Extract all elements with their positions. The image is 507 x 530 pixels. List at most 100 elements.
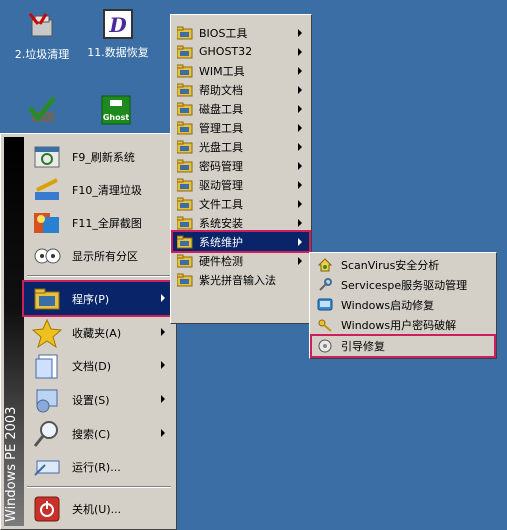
start-item-show-partitions[interactable]: 显示所有分区 [24, 239, 174, 272]
programs-item[interactable]: 磁盘工具 [173, 99, 309, 118]
program-group-icon [176, 159, 193, 173]
programs-item[interactable]: GHOST32 [173, 42, 309, 61]
program-group-icon [176, 45, 193, 59]
programs-item[interactable]: BIOS工具 [173, 23, 309, 42]
start-item-settings[interactable]: 设置(S) [24, 383, 174, 416]
start-item-label: 文档(D) [72, 359, 112, 373]
programs-item[interactable]: 管理工具 [173, 118, 309, 137]
start-item-label: 程序(P) [72, 292, 110, 306]
submenu-arrow-icon [298, 86, 302, 94]
programs-item-label: 文件工具 [199, 197, 243, 211]
program-group-icon [176, 235, 193, 249]
windows-boot-icon [317, 297, 333, 313]
sysm-item-scanvirus[interactable]: ScanVirus安全分析 [312, 255, 494, 275]
programs-item[interactable]: 硬件检测 [173, 251, 309, 270]
start-item-clean-trash[interactable]: F10_清理垃圾 [24, 173, 174, 206]
programs-item[interactable]: 系统安装 [173, 213, 309, 232]
program-group-icon [176, 64, 193, 78]
submenu-arrow-icon [298, 200, 302, 208]
programs-item-label: BIOS工具 [199, 26, 248, 40]
desktop-icon-trash-cleanup[interactable]: 2.垃圾清理 [2, 10, 82, 62]
key-icon [317, 317, 333, 333]
submenu-arrow-icon [161, 395, 165, 403]
programs-item-label: 磁盘工具 [199, 102, 243, 116]
start-item-favorites[interactable]: 收藏夹(A) [24, 316, 174, 349]
start-item-search[interactable]: 搜索(C) [24, 417, 174, 450]
start-item-label: F9_刷新系统 [72, 150, 135, 164]
start-item-programs[interactable]: 程序(P) [22, 280, 176, 317]
documents-icon [31, 350, 63, 382]
sysm-item-label: Windows用户密码破解 [341, 319, 457, 332]
programs-item[interactable]: 驱动管理 [173, 175, 309, 194]
programs-item-label: 帮助文档 [199, 83, 243, 97]
start-item-label: 关机(U)... [72, 502, 122, 516]
services-icon [317, 277, 333, 293]
program-group-icon [176, 26, 193, 40]
start-menu-banner: Windows PE 2003 [4, 137, 24, 526]
submenu-arrow-icon [298, 67, 302, 75]
submenu-arrow-icon [298, 124, 302, 132]
program-group-icon [176, 197, 193, 211]
start-item-label: 运行(R)... [72, 460, 121, 474]
programs-item[interactable]: 帮助文档 [173, 80, 309, 99]
trash-cleanup-icon [26, 10, 58, 42]
submenu-arrow-icon [298, 29, 302, 37]
program-group-icon [176, 140, 193, 154]
start-item-documents[interactable]: 文档(D) [24, 349, 174, 382]
sysm-item-label: ScanVirus安全分析 [341, 259, 440, 272]
programs-item-label: GHOST32 [199, 45, 253, 58]
submenu-arrow-icon [298, 238, 302, 246]
programs-item[interactable]: 系统维护 [171, 230, 311, 253]
boot-repair-icon [317, 338, 333, 354]
programs-item[interactable]: 密码管理 [173, 156, 309, 175]
program-group-icon [176, 121, 193, 135]
submenu-arrow-icon [298, 143, 302, 151]
system-maintenance-submenu: ScanVirus安全分析 Servicespe服务驱动管理 Windows启动… [309, 252, 497, 359]
sysm-item-password-crack[interactable]: Windows用户密码破解 [312, 315, 494, 335]
clean-trash-icon [31, 174, 63, 206]
programs-item[interactable]: 紫光拼音输入法 [173, 270, 309, 289]
programs-item-label: 驱动管理 [199, 178, 243, 192]
show-partitions-icon [31, 240, 63, 272]
programs-item-label: WIM工具 [199, 64, 245, 78]
ghost-icon: Ghost [100, 94, 132, 126]
submenu-arrow-icon [161, 328, 165, 336]
desktop-icon-data-recovery[interactable]: D 11.数据恢复 [78, 8, 158, 60]
submenu-arrow-icon [161, 429, 165, 437]
submenu-arrow-icon [161, 294, 165, 302]
start-item-label: 搜索(C) [72, 427, 111, 441]
programs-item[interactable]: 光盘工具 [173, 137, 309, 156]
programs-item-label: 光盘工具 [199, 140, 243, 154]
programs-item[interactable]: 文件工具 [173, 194, 309, 213]
start-item-screenshot[interactable]: F11_全屏截图 [24, 206, 174, 239]
programs-item[interactable]: WIM工具 [173, 61, 309, 80]
start-item-run[interactable]: 运行(R)... [24, 450, 174, 483]
sysm-item-services[interactable]: Servicespe服务驱动管理 [312, 275, 494, 295]
sysm-item-boot-repair[interactable]: 引导修复 [310, 334, 496, 358]
start-item-label: 显示所有分区 [72, 249, 138, 263]
submenu-arrow-icon [161, 361, 165, 369]
submenu-arrow-icon [298, 105, 302, 113]
start-item-shutdown[interactable]: 关机(U)... [24, 492, 174, 525]
favorites-icon [31, 317, 63, 349]
desktop-icon-ghost[interactable]: Ghost [76, 94, 156, 130]
program-group-icon [176, 178, 193, 192]
sysm-item-windows-boot[interactable]: Windows启动修复 [312, 295, 494, 315]
refresh-system-icon [31, 141, 63, 173]
start-item-refresh-system[interactable]: F9_刷新系统 [24, 140, 174, 173]
sysm-item-label: Servicespe服务驱动管理 [341, 279, 468, 292]
desktop-icon-check[interactable] [2, 94, 82, 130]
programs-item-label: 管理工具 [199, 121, 243, 135]
search-icon [31, 418, 63, 450]
program-group-icon [176, 254, 193, 268]
programs-item-label: 硬件检测 [199, 254, 243, 268]
program-group-icon [176, 102, 193, 116]
svg-text:Ghost: Ghost [103, 113, 130, 122]
menu-separator [27, 486, 171, 488]
settings-icon [31, 384, 63, 416]
program-group-icon [176, 216, 193, 230]
green-check-icon [26, 94, 58, 126]
start-item-label: 收藏夹(A) [72, 326, 122, 340]
submenu-arrow-icon [298, 257, 302, 265]
desktop-icon-label: 11.数据恢复 [87, 46, 149, 59]
